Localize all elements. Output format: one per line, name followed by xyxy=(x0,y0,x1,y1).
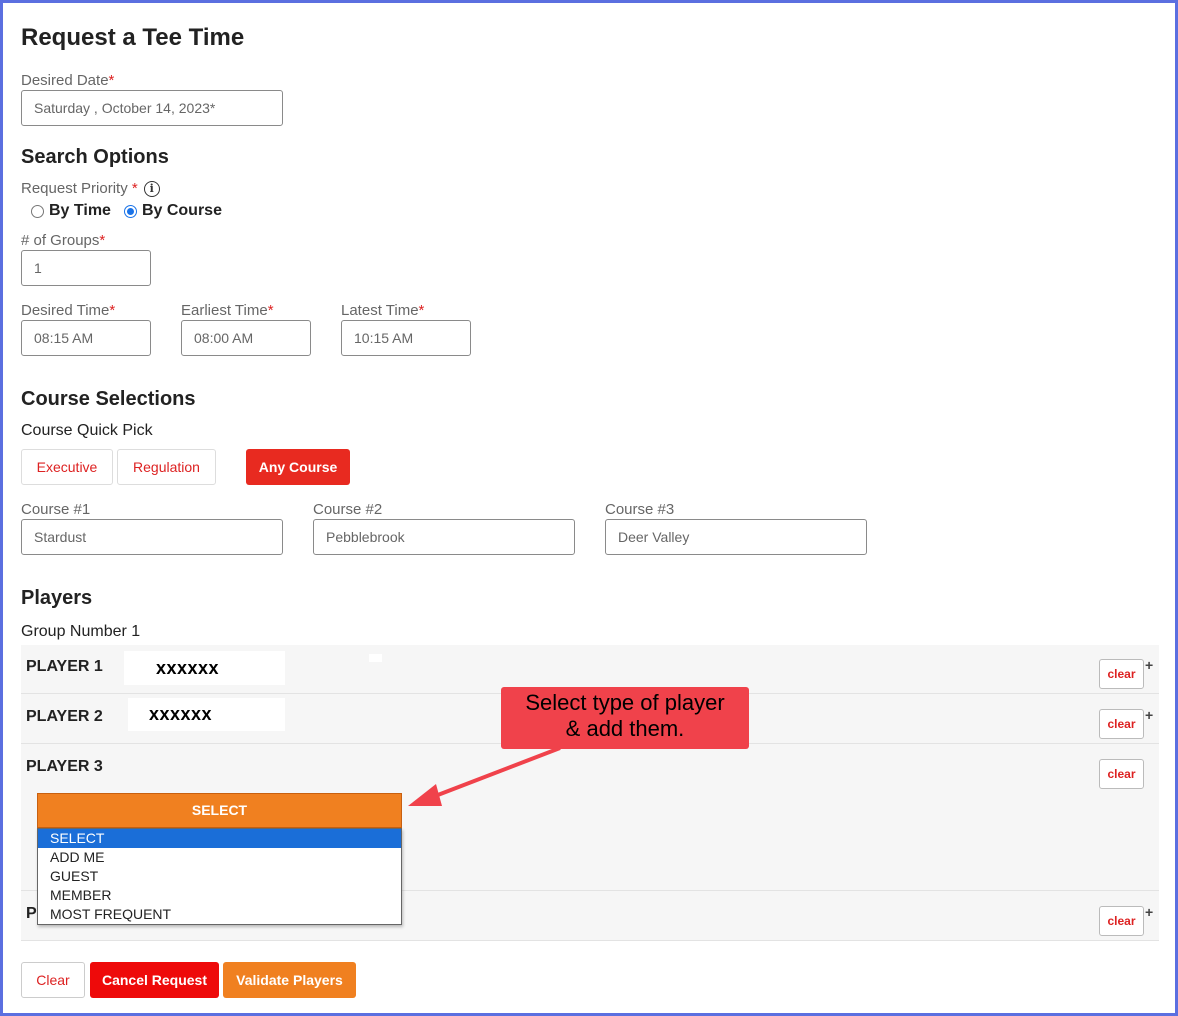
player-label: PLAYER 1 xyxy=(26,658,103,675)
course3-field[interactable]: Deer Valley xyxy=(605,519,867,555)
clear-button[interactable]: clear xyxy=(1099,709,1144,739)
desired-time-field[interactable]: 08:15 AM xyxy=(21,320,151,356)
latest-time-field[interactable]: 10:15 AM xyxy=(341,320,471,356)
desired-date-field[interactable]: Saturday , October 14, 2023* xyxy=(21,90,283,126)
by-time-radio[interactable] xyxy=(31,204,44,218)
groups-field[interactable]: 1 xyxy=(21,250,151,286)
add-player-button[interactable]: + xyxy=(1145,904,1153,920)
blank-marker xyxy=(369,654,382,662)
dropdown-option-select[interactable]: SELECT xyxy=(38,829,401,848)
players-heading: Players xyxy=(21,587,93,609)
player-label: P xyxy=(26,905,37,922)
dropdown-option-guest[interactable]: GUEST xyxy=(38,867,401,886)
course1-label: Course #1 xyxy=(21,501,91,518)
player-type-dropdown: SELECT ADD ME GUEST MEMBER MOST FREQUENT xyxy=(37,828,402,925)
player-label: PLAYER 3 xyxy=(26,758,103,775)
dropdown-option-member[interactable]: MEMBER xyxy=(38,886,401,905)
course-quick-pick-label: Course Quick Pick xyxy=(21,422,153,439)
by-course-label[interactable]: By Course xyxy=(142,202,222,220)
course-selections-heading: Course Selections xyxy=(21,388,196,410)
add-player-button[interactable]: + xyxy=(1145,657,1153,673)
by-course-radio[interactable] xyxy=(123,204,137,218)
info-icon[interactable]: i xyxy=(143,181,160,198)
clear-button[interactable]: clear xyxy=(1099,659,1144,689)
earliest-time-field[interactable]: 08:00 AM xyxy=(181,320,311,356)
arrow-icon xyxy=(408,746,561,806)
request-priority-label: Request Priority * i xyxy=(21,180,160,198)
by-time-label[interactable]: By Time xyxy=(49,202,111,220)
desired-date-label: Desired Date* xyxy=(21,72,115,89)
clear-button[interactable]: clear xyxy=(1099,906,1144,936)
callout-line-2: & add them. xyxy=(565,716,685,741)
regulation-button[interactable]: Regulation xyxy=(117,449,216,485)
dropdown-option-most-frequent[interactable]: MOST FREQUENT xyxy=(38,905,401,924)
validate-players-button[interactable]: Validate Players xyxy=(223,962,356,998)
clear-form-button[interactable]: Clear xyxy=(21,962,85,998)
earliest-time-label: Earliest Time* xyxy=(181,302,274,319)
cancel-request-button[interactable]: Cancel Request xyxy=(90,962,219,998)
executive-button[interactable]: Executive xyxy=(21,449,113,485)
player-name: xxxxxx xyxy=(128,698,285,731)
callout-line-1: Select type of player xyxy=(525,690,725,715)
dropdown-option-add-me[interactable]: ADD ME xyxy=(38,848,401,867)
player-name: xxxxxx xyxy=(124,651,285,685)
search-options-heading: Search Options xyxy=(21,146,169,168)
any-course-button[interactable]: Any Course xyxy=(246,449,350,485)
clear-button[interactable]: clear xyxy=(1099,759,1144,789)
groups-label: # of Groups* xyxy=(21,232,106,249)
page-title: Request a Tee Time xyxy=(21,24,245,51)
course1-field[interactable]: Stardust xyxy=(21,519,283,555)
latest-time-label: Latest Time* xyxy=(341,302,425,319)
player-label: PLAYER 2 xyxy=(26,708,103,725)
request-priority-radios: By Time By Course xyxy=(31,202,222,220)
course3-label: Course #3 xyxy=(605,501,675,518)
group-number-label: Group Number 1 xyxy=(21,623,141,640)
desired-time-label: Desired Time* xyxy=(21,302,116,319)
course2-field[interactable]: Pebblebrook xyxy=(313,519,575,555)
player-type-select[interactable]: SELECT xyxy=(37,793,402,828)
course2-label: Course #2 xyxy=(313,501,383,518)
add-player-button[interactable]: + xyxy=(1145,707,1153,723)
